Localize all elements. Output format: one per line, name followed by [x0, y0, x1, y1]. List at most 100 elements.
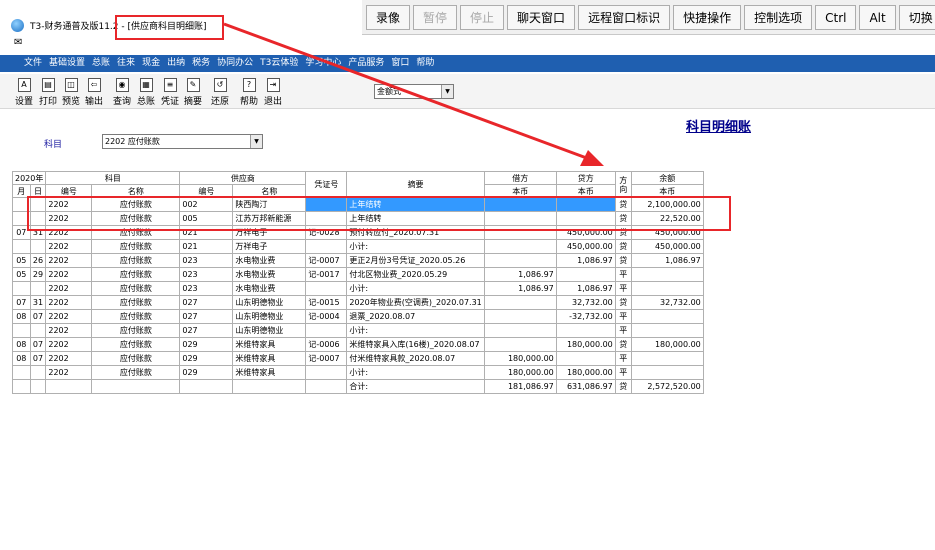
remote-button-3[interactable]: 聊天窗口 [507, 5, 576, 30]
tool-label: 设置 [14, 97, 33, 107]
cell-voucher: 记-0006 [305, 337, 348, 352]
header-balance: 余额 [630, 171, 704, 185]
menu-item-9[interactable]: 学习中心 [305, 55, 341, 72]
export-icon: ⇦ [87, 78, 101, 92]
cell-voucher: 记-0017 [305, 267, 348, 282]
menu-item-7[interactable]: 协同办公 [217, 55, 253, 72]
menu-item-3[interactable]: 往来 [117, 55, 135, 72]
app-logo-icon [11, 19, 24, 32]
cell-d [29, 379, 47, 394]
remote-button-6[interactable]: 控制选项 [744, 5, 813, 30]
annotation-rows-box [27, 196, 731, 231]
cell-summary: 小计: [346, 365, 485, 380]
tool-button-8[interactable]: ↺ 还原 [208, 74, 232, 108]
cell-debit [483, 323, 557, 338]
tool-label: 帮助 [239, 97, 258, 107]
cell-debit: 1,086.97 [483, 281, 557, 296]
cell-m: 08 [12, 351, 31, 366]
cell-sname [232, 379, 307, 394]
cell-summary: 付米维特家具款_2020.08.07 [346, 351, 485, 366]
table-row[interactable]: 05 29 2202 应付账款 023 水电物业费 记-0017 付北区物业费_2020.05… [12, 267, 704, 282]
amount-format-select[interactable]: 金额式 ▼ [374, 84, 454, 99]
menu-item-2[interactable]: 总账 [92, 55, 110, 72]
remote-button-1[interactable]: 暂停 [413, 5, 458, 30]
search-icon: ◉ [115, 78, 129, 92]
tool-button-10[interactable]: ⇥ 退出 [261, 74, 285, 108]
tool-button-2[interactable]: ◫ 预览 [59, 74, 83, 108]
cell-d [29, 281, 47, 296]
cell-code: 2202 [45, 267, 93, 282]
cell-name: 应付账款 [91, 267, 181, 282]
header-year: 2020年 [11, 171, 47, 185]
tool-button-1[interactable]: ▤ 打印 [36, 74, 60, 108]
cell-voucher [305, 239, 348, 254]
table-row[interactable]: 合计: 181,086.97 631,086.97 贷 2,572,520.00 [12, 379, 704, 394]
cell-debit [483, 309, 557, 324]
table-row[interactable]: 2202 应付账款 023 水电物业费 小计: 1,086.97 1,086.97 平 [12, 281, 704, 296]
document-icon[interactable]: ✉ [14, 37, 22, 48]
chevron-down-icon[interactable]: ▼ [441, 85, 453, 98]
menu-item-12[interactable]: 帮助 [416, 55, 434, 72]
cell-credit [555, 267, 616, 282]
tool-button-3[interactable]: ⇦ 输出 [82, 74, 106, 108]
table-row[interactable]: 08 07 2202 应付账款 029 米维特家具 记-0007 付米维特家具款_2020.0… [12, 351, 704, 366]
menu-item-11[interactable]: 窗口 [391, 55, 409, 72]
header-direction: 方向 [614, 171, 632, 198]
tool-button-9[interactable]: ? 帮助 [237, 74, 261, 108]
cell-code: 2202 [45, 323, 93, 338]
menu-item-4[interactable]: 现金 [142, 55, 160, 72]
print-icon: ▤ [41, 78, 55, 92]
menu-item-5[interactable]: 出纳 [167, 55, 185, 72]
table-row[interactable]: 08 07 2202 应付账款 029 米维特家具 记-0006 米维特家具入库(16楼)_2… [12, 337, 704, 352]
remote-button-5[interactable]: 快捷操作 [673, 5, 742, 30]
menu-item-8[interactable]: T3云体验 [260, 55, 298, 72]
table-row[interactable]: 07 31 2202 应付账款 027 山东明德物业 记-0015 2020年物业费(空调费)… [12, 295, 704, 310]
restore-icon: ↺ [213, 78, 227, 92]
menu-item-6[interactable]: 税务 [192, 55, 210, 72]
table-row[interactable]: 2202 应付账款 027 山东明德物业 小计: 平 [12, 323, 704, 338]
help-icon: ? [242, 78, 256, 92]
report-title: 科目明细账 [686, 120, 752, 135]
cell-voucher: 记-0007 [305, 351, 348, 366]
cell-scode: 027 [179, 309, 234, 324]
menu-item-1[interactable]: 基础设置 [49, 55, 85, 72]
tool-label: 退出 [263, 97, 282, 107]
tool-button-6[interactable]: ≡ 凭证 [158, 74, 182, 108]
remote-button-0[interactable]: 录像 [366, 5, 411, 30]
exit-icon: ⇥ [266, 78, 280, 92]
cell-code: 2202 [45, 365, 93, 380]
cell-dir: 贷 [614, 253, 632, 268]
subject-select[interactable]: 2202 应付账款 ▼ [102, 134, 263, 149]
cell-balance: 32,732.00 [630, 295, 704, 310]
chevron-down-icon[interactable]: ▼ [250, 135, 262, 148]
tool-button-0[interactable]: A 设置 [12, 74, 36, 108]
cell-name: 应付账款 [91, 365, 181, 380]
cell-d: 07 [29, 337, 47, 352]
cell-scode: 027 [179, 295, 234, 310]
cell-voucher: 记-0007 [305, 253, 348, 268]
cell-code: 2202 [45, 239, 93, 254]
table-row[interactable]: 05 26 2202 应付账款 023 水电物业费 记-0007 更正2月份3号凭证_2020… [12, 253, 704, 268]
menu-item-0[interactable]: 文件 [24, 55, 42, 72]
header-subject: 科目 [45, 171, 181, 185]
cell-credit: 180,000.00 [555, 365, 616, 380]
remote-button-2[interactable]: 停止 [460, 5, 505, 30]
table-row[interactable]: 2202 应付账款 029 米维特家具 小计: 180,000.00 180,000.00 平 [12, 365, 704, 380]
tool-button-4[interactable]: ◉ 查询 [110, 74, 134, 108]
cell-scode: 029 [179, 351, 234, 366]
remote-button-4[interactable]: 远程窗口标识 [578, 5, 671, 30]
remote-button-9[interactable]: 切换 [898, 5, 935, 30]
table-row[interactable]: 2202 应付账款 021 万祥电子 小计: 450,000.00 贷 450,000.00 [12, 239, 704, 254]
cell-d: 07 [29, 309, 47, 324]
cell-dir: 贷 [614, 239, 632, 254]
remote-button-8[interactable]: Alt [859, 5, 896, 30]
settings-icon: A [17, 78, 31, 92]
tool-button-5[interactable]: ▦ 总账 [134, 74, 158, 108]
menu-item-10[interactable]: 产品服务 [348, 55, 384, 72]
tool-label: 查询 [112, 97, 131, 107]
cell-scode: 023 [179, 253, 234, 268]
cell-dir: 贷 [614, 295, 632, 310]
table-row[interactable]: 08 07 2202 应付账款 027 山东明德物业 记-0004 退票_2020.08.07… [12, 309, 704, 324]
remote-button-7[interactable]: Ctrl [815, 5, 857, 30]
tool-button-7[interactable]: ✎ 摘要 [181, 74, 205, 108]
